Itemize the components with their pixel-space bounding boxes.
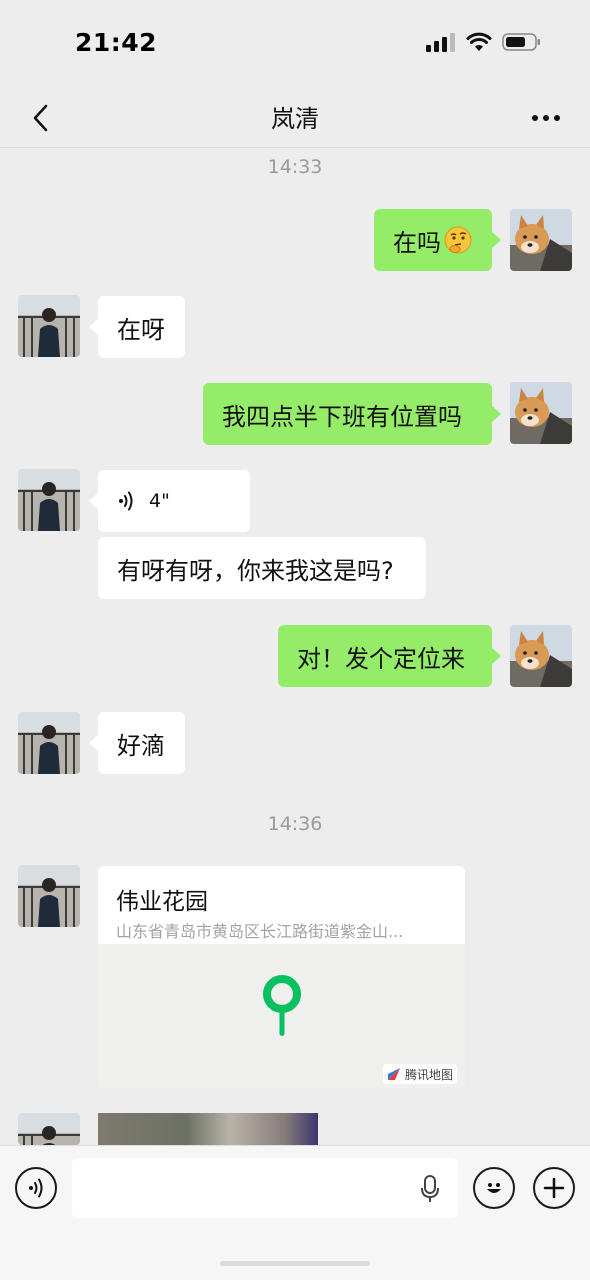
contact-avatar[interactable] (18, 469, 80, 531)
battery-icon (502, 33, 540, 51)
message-text: 对！发个定位来 (297, 644, 465, 673)
sent-message[interactable]: 对！发个定位来 (278, 625, 501, 687)
woman-avatar-icon (18, 295, 80, 357)
status-bar: 21:42 (0, 0, 590, 88)
microphone-icon[interactable] (420, 1174, 440, 1204)
received-message[interactable]: 好滴 (89, 712, 185, 774)
home-indicator (220, 1261, 370, 1266)
message-timestamp: 14:33 (267, 156, 323, 178)
contact-avatar[interactable] (18, 295, 80, 357)
plus-icon (543, 1177, 565, 1199)
my-avatar[interactable] (510, 209, 572, 271)
my-avatar[interactable] (510, 382, 572, 444)
dog-avatar-icon (510, 382, 572, 444)
map-provider-label: 腾讯地图 (404, 1067, 453, 1082)
emoji-button[interactable] (473, 1167, 515, 1209)
voice-icon (29, 1178, 43, 1198)
location-map: 腾讯地图 (98, 944, 465, 1088)
status-time: 21:42 (75, 28, 158, 57)
received-message[interactable]: 有呀有呀，你来我这是吗? (98, 537, 426, 599)
thinking-emoji-icon (444, 226, 472, 254)
sent-message[interactable]: 在吗 (374, 209, 501, 271)
chat-header: 岚清 (0, 88, 590, 148)
location-title: 伟业花园 (116, 889, 208, 915)
sent-message[interactable]: 我四点半下班有位置吗 (203, 383, 501, 445)
signal-icon (426, 33, 455, 52)
contact-avatar[interactable] (18, 865, 80, 927)
message-text: 我四点半下班有位置吗 (222, 402, 462, 431)
smiley-icon (487, 1183, 501, 1193)
contact-avatar[interactable] (18, 1113, 80, 1145)
message-text: 好滴 (117, 731, 165, 760)
received-message[interactable]: 在呀 (89, 296, 185, 358)
more-icon (532, 115, 560, 121)
message-text: 在吗 (393, 228, 441, 257)
woman-avatar-icon (18, 865, 80, 927)
woman-avatar-icon (18, 1113, 80, 1145)
message-text: 有呀有呀，你来我这是吗? (117, 556, 394, 585)
my-avatar[interactable] (510, 625, 572, 687)
woman-avatar-icon (18, 469, 80, 531)
dog-avatar-icon (510, 209, 572, 271)
message-timestamp: 14:36 (267, 813, 323, 835)
message-input[interactable] (72, 1158, 458, 1218)
location-message[interactable]: 伟业花园 山东省青岛市黄岛区长江路街道紫金山... 腾讯地图 (98, 866, 465, 1088)
more-button[interactable] (522, 98, 570, 138)
location-address: 山东省青岛市黄岛区长江路街道紫金山... (116, 922, 404, 941)
dog-avatar-icon (510, 625, 572, 687)
input-bar (0, 1145, 590, 1280)
map-pin-icon (263, 975, 301, 1036)
chat-title: 岚清 (271, 105, 319, 133)
more-actions-button[interactable] (533, 1167, 575, 1209)
tencent-map-logo-icon (387, 1068, 400, 1080)
message-text: 在呀 (117, 315, 165, 344)
status-icons (426, 32, 542, 52)
voice-duration: 4" (149, 490, 170, 512)
contact-avatar[interactable] (18, 712, 80, 774)
woman-avatar-icon (18, 712, 80, 774)
wifi-icon (466, 32, 492, 51)
voice-input-button[interactable] (15, 1167, 57, 1209)
voice-message[interactable]: 4" (89, 470, 250, 532)
map-provider-badge: 腾讯地图 (382, 1064, 457, 1084)
voice-wave-icon (119, 491, 133, 511)
